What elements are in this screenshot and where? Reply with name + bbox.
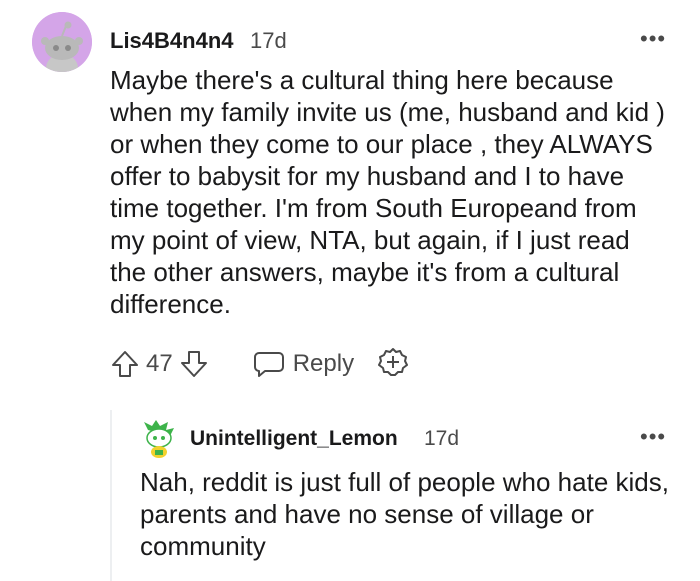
comment-username[interactable]: Lis4B4n4n4 — [110, 28, 234, 54]
thread-line[interactable] — [110, 410, 112, 581]
snoo-avatar-icon — [32, 12, 92, 72]
award-icon[interactable] — [378, 347, 409, 382]
comment-actions: 47 Reply — [110, 346, 409, 382]
reply-button[interactable]: Reply — [253, 349, 354, 379]
reply-more-options-button[interactable]: ••• — [640, 424, 666, 450]
comment-age: 17d — [250, 28, 287, 53]
reply-body: Nah, reddit is just full of people who h… — [140, 467, 669, 561]
reply-label: Reply — [292, 350, 355, 377]
comment-body: Maybe there's a cultural thing here beca… — [110, 65, 665, 319]
reply-avatar[interactable] — [142, 420, 176, 458]
lemon-snoo-avatar-icon — [144, 420, 174, 458]
downvote-icon[interactable] — [179, 349, 209, 379]
reply-age: 17d — [424, 427, 460, 450]
reply-icon — [253, 352, 284, 377]
more-options-button[interactable]: ••• — [640, 26, 666, 52]
upvote-icon[interactable] — [110, 349, 140, 379]
reply-username[interactable]: Unintelligent_Lemon — [190, 427, 398, 451]
avatar[interactable] — [32, 12, 92, 72]
vote-score: 47 — [146, 350, 173, 377]
